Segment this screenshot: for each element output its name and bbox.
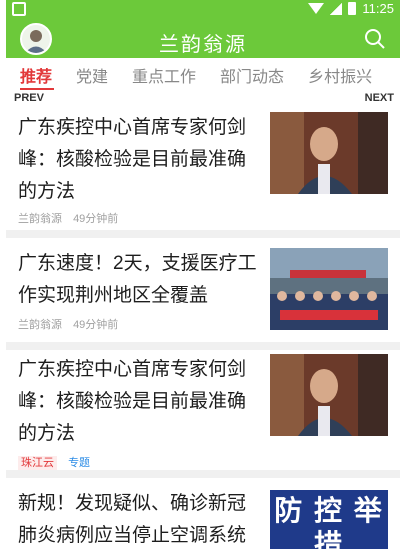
list-separator — [6, 342, 400, 350]
search-icon[interactable] — [364, 28, 386, 50]
next-button[interactable]: NEXT — [365, 92, 394, 104]
prev-button[interactable]: PREV — [14, 92, 44, 104]
list-item[interactable]: 广东疾控中心首席专家何剑峰：核酸检验是目前最准确的方法 珠江云 专题 — [6, 350, 400, 470]
article-title[interactable]: 广东疾控中心首席专家何剑峰：核酸检验是目前最准确的方法 — [18, 354, 262, 450]
category-tabs: 推荐 党建 重点工作 部门动态 乡村振兴 — [6, 58, 400, 92]
list-separator — [6, 230, 400, 238]
status-time: 11:25 — [362, 1, 394, 16]
article-title[interactable]: 新规！发现疑似、确诊新冠肺炎病例应当停止空调系统 — [18, 488, 262, 549]
topic-tag[interactable]: 专题 — [68, 457, 90, 469]
medical-team-icon[interactable] — [270, 248, 388, 330]
list-item[interactable]: 广东疾控中心首席专家何剑峰：核酸检验是目前最准确的方法 兰韵翁源 49分钟前 — [6, 108, 400, 230]
tab-recommend[interactable]: 推荐 — [20, 63, 52, 87]
article-time: 49分钟前 — [73, 319, 119, 331]
article-source: 兰韵翁源 — [18, 213, 62, 225]
list-item[interactable]: 新规！发现疑似、确诊新冠肺炎病例应当停止空调系统 防 控 举 措 — [6, 478, 400, 549]
wifi-icon — [308, 3, 325, 14]
article-meta: 兰韵翁源 49分钟前 — [18, 210, 126, 226]
tab-party[interactable]: 党建 — [76, 63, 108, 87]
pager: PREV NEXT — [6, 92, 400, 106]
article-meta: 珠江云 专题 — [18, 454, 98, 470]
poster-icon[interactable]: 防 控 举 措 — [270, 490, 388, 549]
tab-rural[interactable]: 乡村振兴 — [308, 63, 372, 87]
source-tag: 珠江云 — [18, 456, 57, 470]
tab-key-work[interactable]: 重点工作 — [132, 63, 196, 87]
article-time: 49分钟前 — [73, 213, 119, 225]
app-bar: 兰韵翁源 — [6, 20, 400, 58]
tab-department[interactable]: 部门动态 — [220, 63, 284, 87]
list-item[interactable]: 广东速度！2天，支援医疗工作实现荆州地区全覆盖 兰韵翁源 49分钟前 — [6, 238, 400, 342]
status-icons: 11:25 — [308, 1, 394, 16]
list-separator — [6, 470, 400, 478]
portrait-icon[interactable] — [270, 354, 388, 436]
portrait-icon[interactable] — [270, 112, 388, 194]
notification-icon — [12, 2, 26, 16]
article-title[interactable]: 广东速度！2天，支援医疗工作实现荆州地区全覆盖 — [18, 248, 262, 312]
battery-icon — [348, 2, 357, 15]
signal-icon — [330, 2, 343, 15]
active-tab-indicator — [20, 88, 54, 90]
status-bar: 11:25 — [6, 0, 400, 20]
poster-text: 防 控 举 措 — [274, 495, 384, 549]
article-title[interactable]: 广东疾控中心首席专家何剑峰：核酸检验是目前最准确的方法 — [18, 112, 262, 208]
app-title: 兰韵翁源 — [159, 34, 247, 56]
article-meta: 兰韵翁源 49分钟前 — [18, 316, 126, 332]
article-source: 兰韵翁源 — [18, 319, 62, 331]
